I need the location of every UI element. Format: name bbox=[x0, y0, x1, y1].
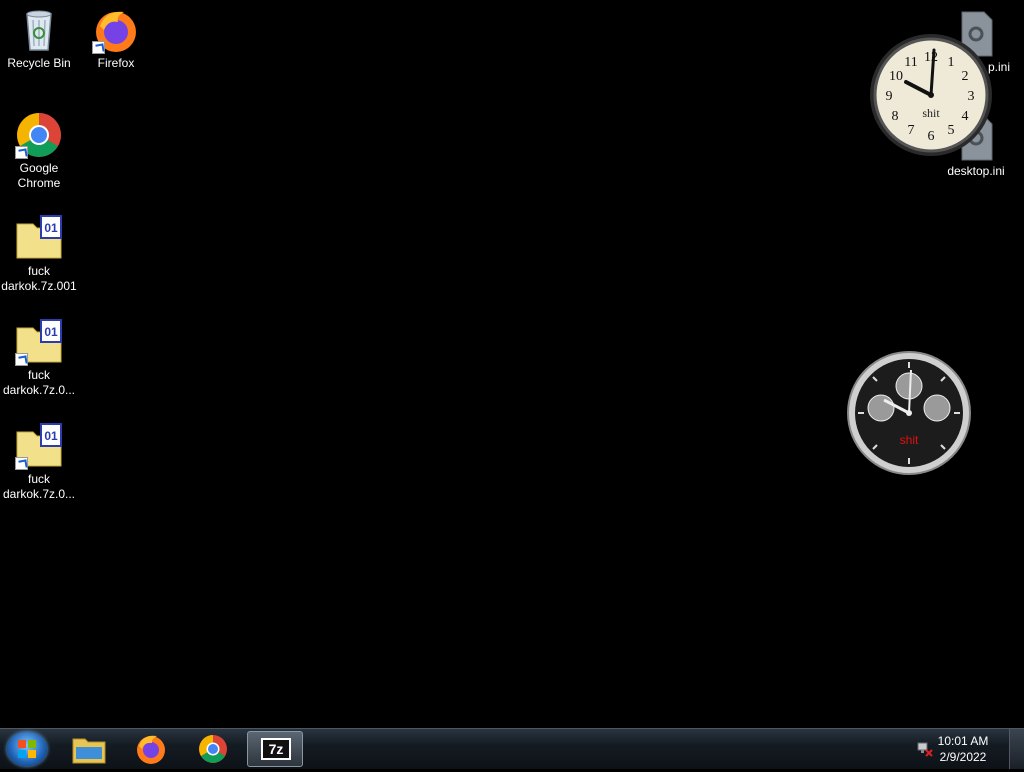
clock-numeral: 3 bbox=[968, 89, 975, 104]
chronograph-label: shit bbox=[900, 433, 919, 447]
clock-numeral: 8 bbox=[892, 109, 899, 124]
subdial bbox=[923, 394, 951, 422]
show-desktop-button[interactable] bbox=[1009, 729, 1024, 769]
taskbar-clock[interactable]: 10:01 AM 2/9/2022 bbox=[928, 733, 998, 765]
binary-file-icon: 01 bbox=[15, 214, 63, 262]
recycle-bin-label: Recycle Bin bbox=[7, 56, 71, 70]
subdial bbox=[867, 394, 895, 422]
firefox-shortcut[interactable]: Firefox bbox=[78, 6, 154, 71]
svg-text:01: 01 bbox=[44, 429, 58, 443]
clock-numeral: 12 bbox=[924, 50, 938, 65]
clock-numeral: 2 bbox=[962, 69, 969, 84]
chronograph-face: shit bbox=[847, 351, 971, 475]
recycle-bin-shortcut[interactable]: Recycle Bin bbox=[1, 6, 77, 71]
clock-numeral: 6 bbox=[928, 129, 935, 144]
firefox-label: Firefox bbox=[97, 56, 135, 70]
clock-numeral: 7 bbox=[908, 123, 915, 138]
archive-label: fuck darkok.7z.0... bbox=[2, 472, 76, 501]
clock-numeral: 4 bbox=[962, 109, 969, 124]
windows-logo-icon bbox=[18, 740, 36, 758]
shortcut-arrow-icon bbox=[92, 41, 105, 54]
explorer-taskbar-button[interactable] bbox=[62, 731, 116, 767]
taskbar: 7z 10:01 AM 2/9/2022 bbox=[0, 728, 1024, 769]
clock-time: 10:01 AM bbox=[937, 734, 989, 748]
clock-numeral: 11 bbox=[904, 55, 917, 70]
svg-text:01: 01 bbox=[44, 221, 58, 235]
chrome-icon bbox=[199, 735, 227, 763]
archive-label: fuck darkok.7z.001 bbox=[1, 264, 77, 293]
clock-label: shit bbox=[922, 106, 940, 120]
clock-numeral: 1 bbox=[948, 55, 955, 70]
desktop-ini-label: desktop.ini bbox=[947, 164, 1005, 178]
clock-numeral: 10 bbox=[889, 69, 903, 84]
shortcut-arrow-icon bbox=[15, 353, 28, 366]
start-button[interactable] bbox=[7, 732, 47, 766]
recycle-bin-icon bbox=[15, 6, 63, 54]
archive-file-003[interactable]: 01 fuck darkok.7z.0... bbox=[1, 422, 77, 502]
clock-date: 2/9/2022 bbox=[939, 750, 987, 764]
chronograph-clock-gadget[interactable]: shit bbox=[846, 350, 972, 476]
chrome-label: Google Chrome bbox=[17, 161, 61, 190]
svg-text:01: 01 bbox=[44, 325, 58, 339]
binary-file-icon: 01 bbox=[15, 318, 63, 366]
chrome-taskbar-button[interactable] bbox=[186, 731, 240, 767]
firefox-icon bbox=[137, 735, 165, 764]
folder-icon bbox=[72, 738, 106, 764]
binary-file-icon: 01 bbox=[15, 422, 63, 470]
clock-face: 12 1 2 3 4 5 6 7 8 9 10 11 shit bbox=[870, 34, 992, 156]
seven-zip-icon: 7z bbox=[261, 738, 291, 760]
archive-file-001[interactable]: 01 fuck darkok.7z.001 bbox=[1, 214, 77, 294]
firefox-icon bbox=[92, 6, 140, 54]
seven-zip-taskbar-button[interactable]: 7z bbox=[247, 731, 303, 767]
chrome-shortcut[interactable]: Google Chrome bbox=[1, 111, 77, 191]
desktop: Recycle Bin Firefox Google Chrome 01 fuc… bbox=[0, 0, 1024, 728]
shortcut-arrow-icon bbox=[15, 457, 28, 470]
archive-file-002[interactable]: 01 fuck darkok.7z.0... bbox=[1, 318, 77, 398]
chrome-icon bbox=[15, 111, 63, 159]
shortcut-arrow-icon bbox=[15, 146, 28, 159]
archive-label: fuck darkok.7z.0... bbox=[2, 368, 76, 397]
seven-zip-icon-label: 7z bbox=[268, 741, 284, 757]
firefox-taskbar-button[interactable] bbox=[124, 731, 178, 767]
clock-numeral: 5 bbox=[948, 123, 955, 138]
analog-clock-gadget[interactable]: 12 1 2 3 4 5 6 7 8 9 10 11 shit bbox=[868, 32, 994, 158]
clock-numeral: 9 bbox=[886, 89, 893, 104]
